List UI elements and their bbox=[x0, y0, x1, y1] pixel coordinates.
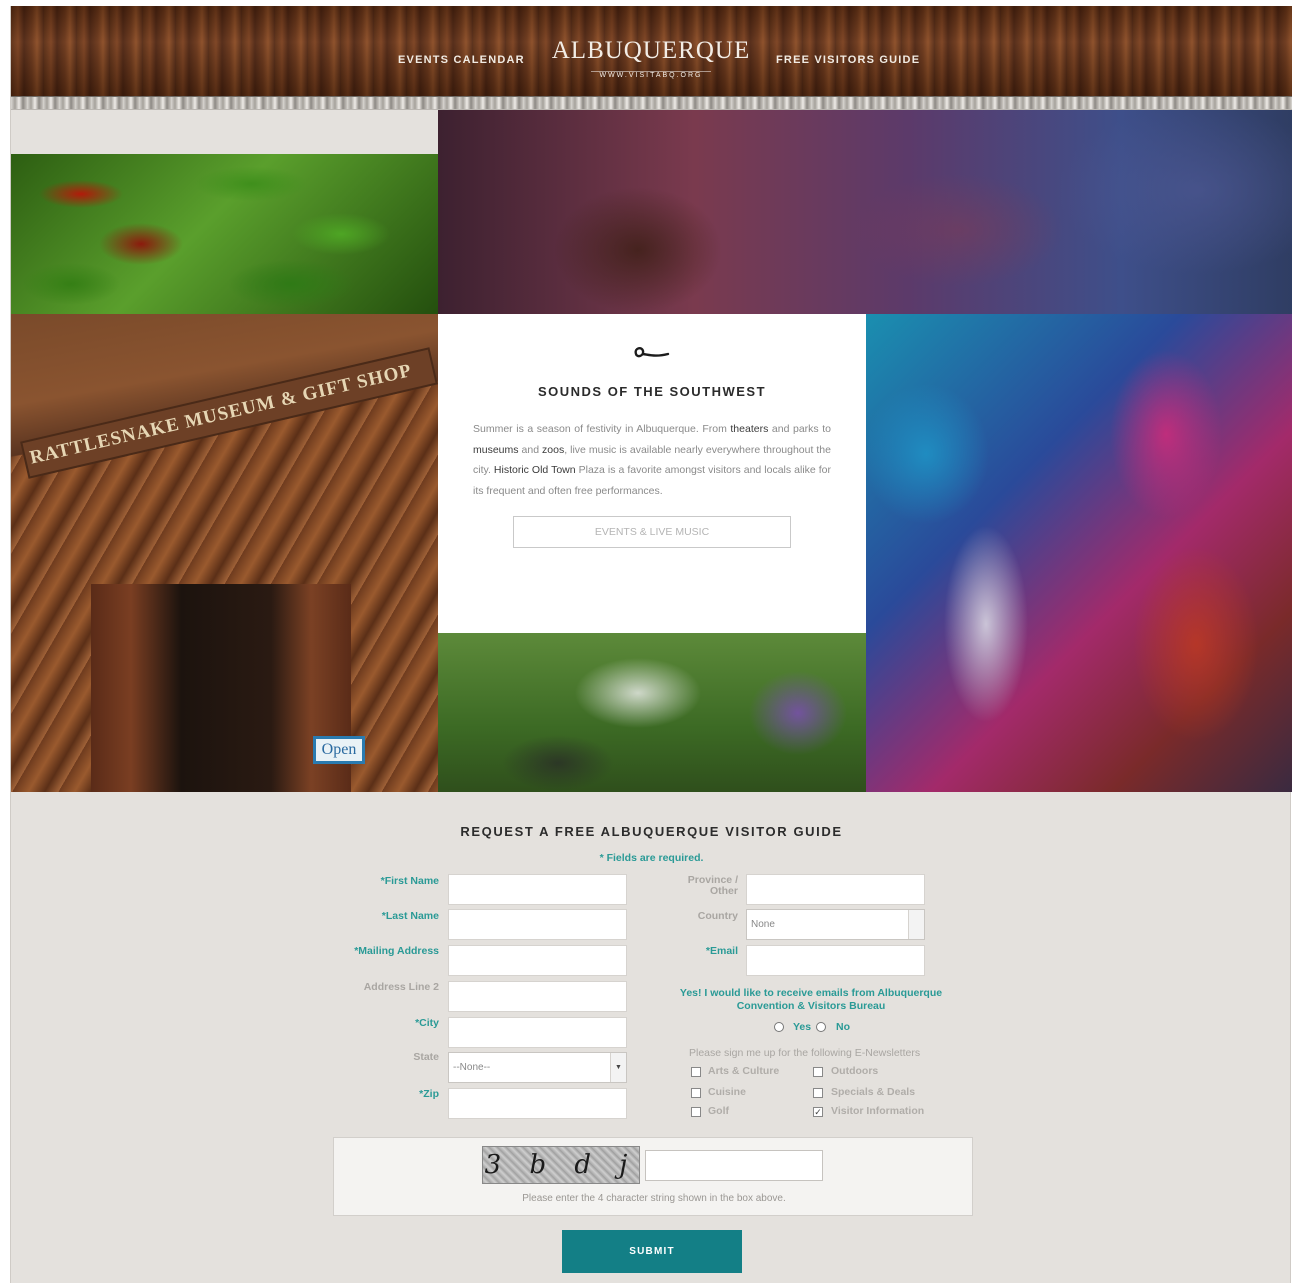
newsletter-cuisine-label: Cuisine bbox=[708, 1086, 746, 1098]
newsletter-arts-label: Arts & Culture bbox=[708, 1065, 780, 1077]
first-name-label: *First Name bbox=[380, 875, 439, 887]
last-name-label: *Last Name bbox=[381, 910, 439, 922]
newsletter-golf-label: Golf bbox=[708, 1105, 729, 1117]
nav-free-visitors-guide[interactable]: FREE VISITORS GUIDE bbox=[776, 54, 920, 66]
site-header: EVENTS CALENDAR ALBUQUERQUE WWW.VISITABQ… bbox=[11, 6, 1292, 96]
events-live-music-button[interactable]: EVENTS & LIVE MUSIC bbox=[513, 516, 791, 548]
province-input[interactable] bbox=[746, 874, 925, 905]
mailing-address-label: *Mailing Address bbox=[354, 945, 439, 957]
captcha-panel: 3 b d j Please enter the 4 character str… bbox=[333, 1137, 973, 1216]
city-input[interactable] bbox=[448, 1017, 627, 1048]
captcha-image: 3 b d j bbox=[482, 1146, 640, 1184]
logo-url: WWW.VISITABQ.ORG bbox=[591, 71, 711, 79]
museum-sign: RATTLESNAKE MUSEUM & GIFT SHOP bbox=[20, 347, 438, 479]
captcha-input[interactable] bbox=[645, 1150, 823, 1181]
rattlesnake-museum-photo: RATTLESNAKE MUSEUM & GIFT SHOP Open bbox=[11, 314, 438, 792]
email-label: *Email bbox=[705, 945, 738, 957]
city-label: *City bbox=[415, 1017, 439, 1029]
province-label-line2: Other bbox=[709, 885, 738, 897]
newsletter-outdoors-label: Outdoors bbox=[831, 1065, 879, 1077]
country-label: Country bbox=[697, 910, 738, 922]
form-title: REQUEST A FREE ALBUQUERQUE VISITOR GUIDE bbox=[460, 824, 843, 839]
optin-yes-label: Yes bbox=[793, 1021, 812, 1033]
optin-no-radio[interactable] bbox=[816, 1022, 826, 1032]
zip-input[interactable] bbox=[448, 1088, 627, 1119]
albuquerque-logo[interactable]: ALBUQUERQUE WWW.VISITABQ.ORG bbox=[551, 38, 751, 82]
newsletter-outdoors-checkbox[interactable] bbox=[813, 1067, 823, 1077]
country-select[interactable]: None bbox=[746, 909, 925, 940]
newsletter-specials-checkbox[interactable] bbox=[813, 1088, 823, 1098]
header-trim bbox=[11, 96, 1292, 110]
required-note: * Fields are required. bbox=[599, 852, 704, 864]
checkmark-icon: ✓ bbox=[814, 1107, 822, 1117]
address-line2-label: Address Line 2 bbox=[363, 981, 439, 993]
link-zoos[interactable]: zoos bbox=[542, 444, 564, 456]
chevron-down-icon bbox=[908, 910, 924, 939]
submit-button[interactable]: SUBMIT bbox=[562, 1230, 742, 1273]
feature-title: SOUNDS OF THE SOUTHWEST bbox=[537, 384, 767, 399]
state-select-value: --None-- bbox=[453, 1062, 491, 1073]
link-historic-old-town[interactable]: Historic Old Town bbox=[494, 464, 576, 476]
open-sign: Open bbox=[313, 736, 365, 764]
email-input[interactable] bbox=[746, 945, 925, 976]
link-theaters[interactable]: theaters bbox=[730, 423, 768, 435]
squiggle-icon bbox=[634, 346, 670, 358]
newsletters-label: Please sign me up for the following E-Ne… bbox=[689, 1047, 921, 1059]
textile-market-photo bbox=[866, 314, 1292, 792]
patio-crowd-photo bbox=[438, 110, 1292, 314]
address-line2-input[interactable] bbox=[448, 981, 627, 1012]
newsletter-visitor-info-label: Visitor Information bbox=[831, 1105, 925, 1117]
chile-peppers-photo bbox=[11, 154, 438, 314]
feature-text: and bbox=[518, 443, 543, 456]
logo-wordmark: ALBUQUERQUE bbox=[551, 37, 751, 64]
province-label: Province / Other bbox=[538, 875, 738, 897]
optin-no-label: No bbox=[836, 1021, 850, 1033]
zip-label: *Zip bbox=[419, 1088, 439, 1100]
gazebo-garden-photo bbox=[438, 633, 866, 792]
country-select-value: None bbox=[751, 919, 775, 930]
page-frame: EVENTS CALENDAR ALBUQUERQUE WWW.VISITABQ… bbox=[10, 6, 1292, 1283]
state-select[interactable]: --None-- ▼ bbox=[448, 1052, 627, 1083]
feature-text: and parks to bbox=[768, 423, 832, 435]
feature-body: Summer is a season of festivity in Albuq… bbox=[473, 419, 831, 501]
nav-events-calendar[interactable]: EVENTS CALENDAR bbox=[398, 54, 525, 66]
sounds-feature-card: SOUNDS OF THE SOUTHWEST Summer is a seas… bbox=[438, 314, 866, 633]
chevron-down-icon: ▼ bbox=[610, 1053, 626, 1082]
newsletter-visitor-info-checkbox[interactable]: ✓ bbox=[813, 1107, 823, 1117]
newsletter-specials-label: Specials & Deals bbox=[831, 1086, 916, 1098]
state-label: State bbox=[413, 1051, 439, 1063]
newsletter-arts-checkbox[interactable] bbox=[691, 1067, 701, 1077]
optin-yes-radio[interactable] bbox=[774, 1022, 784, 1032]
province-label-line1: Province / bbox=[687, 874, 738, 886]
newsletter-cuisine-checkbox[interactable] bbox=[691, 1088, 701, 1098]
feature-text: Summer is a season of festivity in Albuq… bbox=[473, 423, 731, 435]
newsletter-golf-checkbox[interactable] bbox=[691, 1107, 701, 1117]
captcha-hint: Please enter the 4 character string show… bbox=[522, 1193, 786, 1204]
link-museums[interactable]: museums bbox=[473, 444, 519, 456]
email-optin-question: Yes! I would like to receive emails from… bbox=[679, 987, 943, 1012]
